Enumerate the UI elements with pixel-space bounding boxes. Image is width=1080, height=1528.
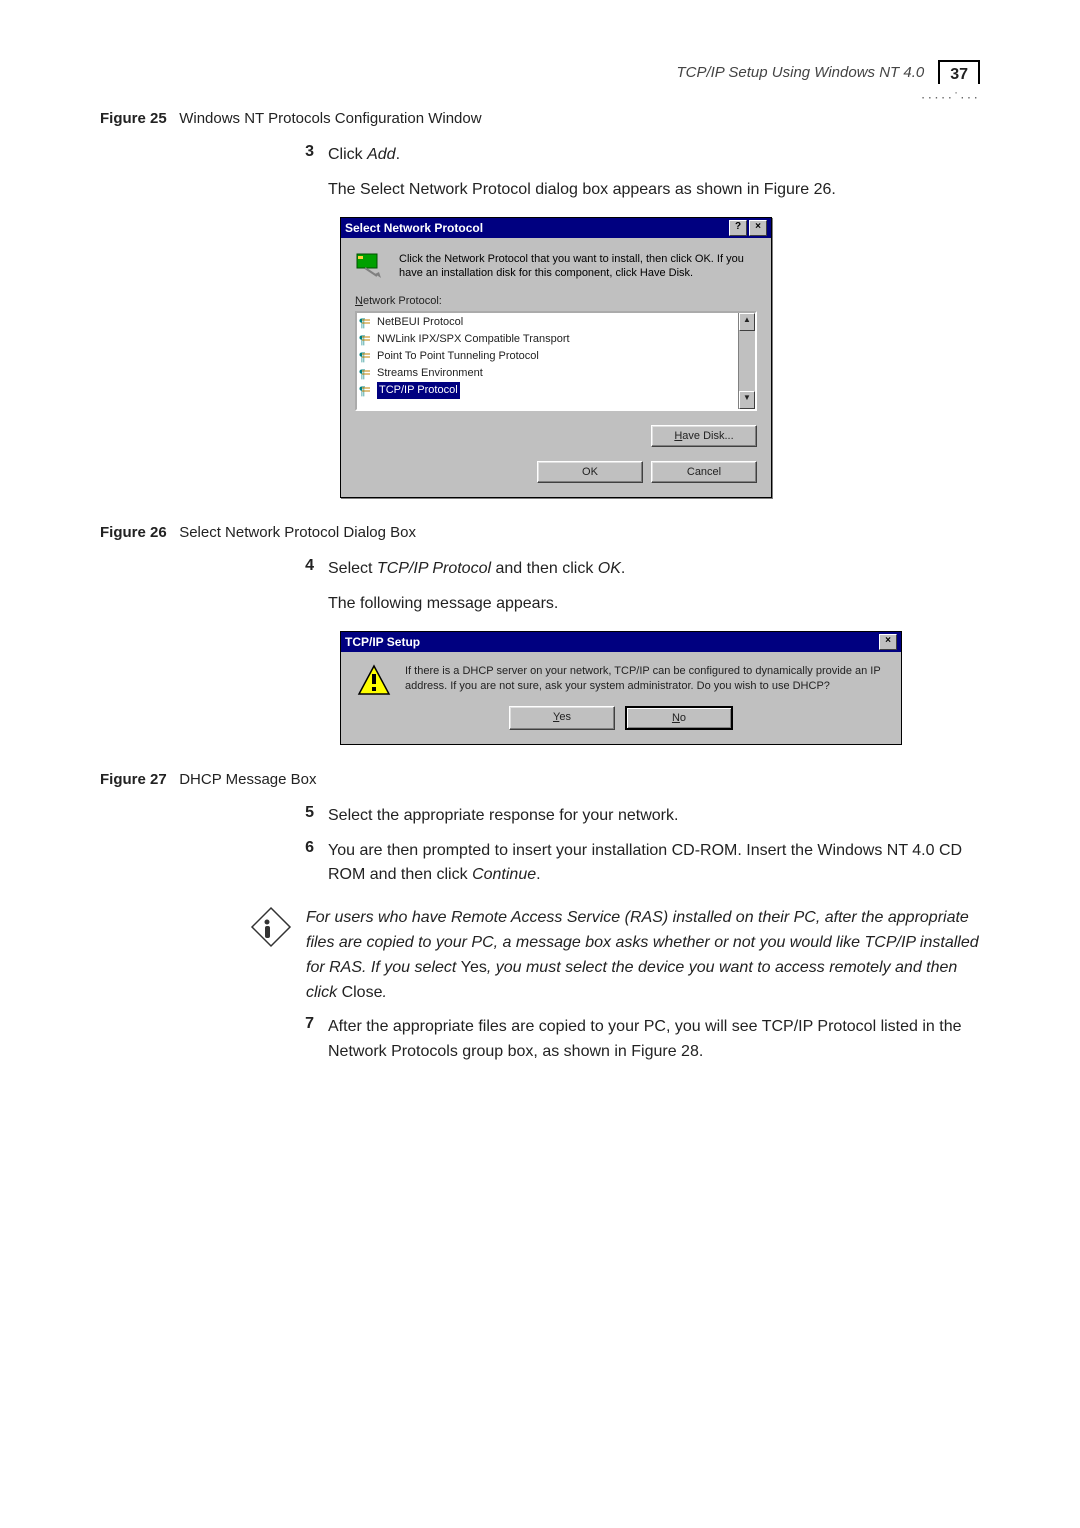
figure-25-label: Figure 25	[100, 110, 167, 127]
protocol-icon: ¶	[359, 333, 373, 347]
figure-25-caption: Figure 25 Windows NT Protocols Configura…	[100, 110, 980, 127]
help-button[interactable]: ?	[729, 220, 747, 236]
step-4-text: Select TCP/IP Protocol and then click OK…	[328, 557, 980, 582]
step-4-number: 4	[296, 557, 314, 582]
protocol-icon: ¶	[359, 316, 373, 330]
list-item[interactable]: ¶ Streams Environment	[357, 365, 738, 382]
protocol-icon: ¶	[359, 384, 373, 398]
decorative-dots: ·········	[921, 86, 980, 105]
tcpip-setup-dialog: TCP/IP Setup × If there is a DHCP server…	[340, 631, 902, 745]
list-item[interactable]: ¶ Point To Point Tunneling Protocol	[357, 348, 738, 365]
step-6-number: 6	[296, 839, 314, 889]
warning-icon	[357, 664, 391, 698]
ok-button[interactable]: OK	[537, 461, 643, 483]
step-3-number: 3	[296, 143, 314, 168]
step-3-text: Click Add.	[328, 143, 980, 168]
step-3-follow: The Select Network Protocol dialog box a…	[328, 178, 980, 203]
figure-26-text: Select Network Protocol Dialog Box	[179, 524, 416, 541]
page-number: 37	[938, 60, 980, 84]
figure-26-label: Figure 26	[100, 524, 167, 541]
cancel-button[interactable]: Cancel	[651, 461, 757, 483]
step-5-number: 5	[296, 804, 314, 829]
select-network-protocol-dialog: Select Network Protocol ? ×	[340, 217, 772, 499]
scrollbar[interactable]: ▲ ▼	[738, 313, 755, 409]
protocol-icon: ¶	[359, 367, 373, 381]
step-4-follow: The following message appears.	[328, 592, 980, 617]
figure-27-label: Figure 27	[100, 771, 167, 788]
step-7-number: 7	[296, 1015, 314, 1065]
step-5-text: Select the appropriate response for your…	[328, 804, 980, 829]
figure-25-text: Windows NT Protocols Configuration Windo…	[179, 110, 481, 127]
list-item[interactable]: ¶ NWLink IPX/SPX Compatible Transport	[357, 331, 738, 348]
scroll-down-button[interactable]: ▼	[739, 391, 755, 409]
header-section-title: TCP/IP Setup Using Windows NT 4.0	[676, 64, 924, 81]
protocol-icon: ¶	[359, 350, 373, 364]
protocol-listbox[interactable]: ¶ NetBEUI Protocol ¶ NWLink IPX/SPX Comp…	[355, 311, 757, 411]
step-6-text: You are then prompted to insert your ins…	[328, 839, 980, 889]
have-disk-button[interactable]: Have Disk...	[651, 425, 757, 447]
close-button[interactable]: ×	[879, 634, 897, 650]
figure-27-text: DHCP Message Box	[179, 771, 316, 788]
list-item-selected[interactable]: ¶ TCP/IP Protocol	[357, 382, 738, 399]
step-7-text: After the appropriate files are copied t…	[328, 1015, 980, 1065]
list-item[interactable]: ¶ NetBEUI Protocol	[357, 314, 738, 331]
figure-26-caption: Figure 26 Select Network Protocol Dialog…	[100, 524, 980, 541]
scroll-up-button[interactable]: ▲	[739, 313, 755, 331]
no-button[interactable]: No	[625, 706, 733, 730]
figure-27-caption: Figure 27 DHCP Message Box	[100, 771, 980, 788]
msgbox-text: If there is a DHCP server on your networ…	[405, 664, 885, 698]
dialog-title: Select Network Protocol	[345, 221, 483, 235]
info-note: For users who have Remote Access Service…	[306, 906, 980, 1005]
dialog-intro-text: Click the Network Protocol that you want…	[399, 252, 757, 282]
info-icon	[250, 906, 292, 948]
yes-button[interactable]: Yes	[509, 706, 615, 730]
close-button[interactable]: ×	[749, 220, 767, 236]
network-card-icon	[355, 252, 389, 280]
msgbox-title: TCP/IP Setup	[345, 635, 420, 649]
network-protocol-label: Network Protocol:	[355, 295, 757, 307]
